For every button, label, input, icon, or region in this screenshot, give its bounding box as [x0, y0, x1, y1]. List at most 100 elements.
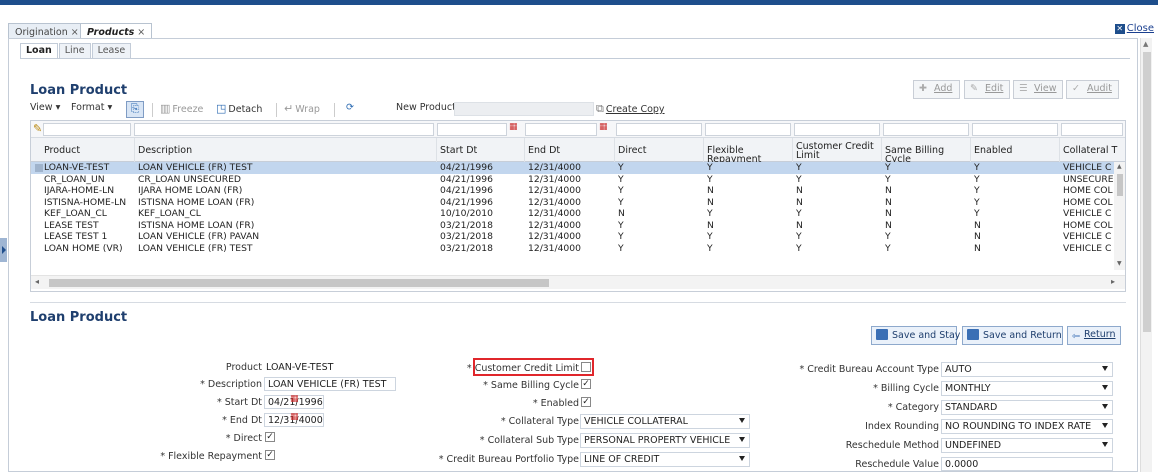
filter-direct[interactable] — [616, 123, 702, 136]
cell-same-billing-cycle: N — [885, 196, 892, 208]
cell-customer-credit-limit: Y — [796, 242, 802, 254]
scroll-up-icon[interactable]: ▲ — [1143, 40, 1148, 48]
cell-product: LEASE TEST — [44, 219, 99, 231]
scroll-thumb[interactable] — [1143, 52, 1151, 332]
side-panel-toggle[interactable] — [0, 238, 7, 262]
col-description[interactable]: Description — [135, 138, 437, 162]
table-row[interactable]: LOAN HOME (VR) LOAN VEHICLE (FR) TEST 03/2… — [31, 242, 1125, 255]
close-link[interactable]: ✕ Close — [1114, 23, 1154, 34]
reschedule-value-input[interactable]: 0.0000 — [941, 457, 1113, 471]
detach-button[interactable]: ◳ Detach — [216, 102, 262, 118]
calendar-icon[interactable]: ▦ — [599, 122, 611, 134]
save-and-return-button[interactable]: Save and Return — [962, 326, 1063, 345]
list-icon: ☰ — [1019, 83, 1028, 94]
table-row[interactable]: ISTISNA-HOME-LN ISTISNA HOME LOAN (FR) 04/… — [31, 196, 1125, 209]
flexible-repayment-checkbox[interactable]: ✓ — [265, 450, 275, 460]
chevron-down-icon — [1102, 442, 1108, 447]
freeze-label: Freeze — [172, 104, 204, 115]
collateral-sub-type-select[interactable]: PERSONAL PROPERTY VEHICLE — [580, 433, 750, 448]
calendar-icon[interactable]: ▦ — [509, 122, 521, 134]
filter-end-dt[interactable] — [525, 123, 597, 136]
grid-scroll-thumb[interactable] — [1117, 174, 1123, 196]
chevron-down-icon — [739, 456, 745, 461]
pencil-icon: ✎ — [970, 83, 978, 94]
filter-flexible[interactable] — [705, 123, 791, 136]
enabled-checkbox[interactable]: ✓ — [581, 397, 591, 407]
save-and-stay-label: Save and Stay — [892, 330, 961, 341]
chevron-down-icon — [739, 437, 745, 442]
scroll-up-icon[interactable]: ▲ — [1117, 163, 1122, 170]
description-input[interactable]: LOAN VEHICLE (FR) TEST — [264, 377, 396, 391]
tab-close-icon[interactable]: × — [137, 27, 145, 38]
filter-sbc[interactable] — [883, 123, 969, 136]
filter-description[interactable] — [134, 123, 434, 136]
filter-start-dt[interactable] — [437, 123, 507, 136]
calendar-icon[interactable]: ▦ — [290, 394, 302, 406]
calendar-icon[interactable]: ▦ — [290, 412, 302, 424]
col-end-dt[interactable]: End Dt — [525, 138, 615, 162]
audit-button[interactable]: ✓ Audit — [1066, 80, 1119, 99]
grid-hscroll-thumb[interactable] — [49, 279, 549, 287]
scroll-left-icon[interactable]: ◂ — [35, 277, 39, 286]
credit-bureau-account-select[interactable]: AUTO — [941, 362, 1113, 377]
reschedule-method-select[interactable]: UNDEFINED — [941, 438, 1113, 453]
add-button[interactable]: ✚ Add — [913, 80, 960, 99]
product-value: LOAN-VE-TEST — [266, 362, 334, 373]
filter-enabled[interactable] — [972, 123, 1058, 136]
filter-ccl[interactable] — [794, 123, 880, 136]
save-and-stay-button[interactable]: Save and Stay — [871, 326, 961, 345]
tab-line[interactable]: Line — [58, 43, 91, 58]
grid-rows: LOAN-VE-TEST LOAN VEHICLE (FR) TEST 04/21/… — [31, 162, 1125, 255]
col-product[interactable]: Product — [41, 138, 135, 162]
edit-button[interactable]: ✎ Edit — [964, 80, 1010, 99]
same-billing-cycle-checkbox[interactable]: ✓ — [581, 379, 591, 389]
cell-direct: Y — [618, 219, 624, 231]
cell-same-billing-cycle: Y — [885, 231, 891, 242]
col-direct[interactable]: Direct — [615, 138, 704, 162]
query-by-example-icon[interactable]: ⎘ — [126, 101, 144, 118]
col-start-dt[interactable]: Start Dt — [437, 138, 525, 162]
direct-checkbox[interactable]: ✓ — [265, 432, 275, 442]
credit-bureau-portfolio-label: * Credit Bureau Portfolio Type — [438, 454, 579, 465]
collateral-sub-type-label: * Collateral Sub Type — [479, 435, 579, 446]
wrap-button[interactable]: ↵ Wrap — [284, 102, 320, 118]
collateral-type-label: * Collateral Type — [500, 416, 579, 427]
toolbar-separator — [334, 103, 335, 117]
scroll-right-icon[interactable]: ▸ — [1111, 277, 1115, 286]
format-menu[interactable]: Format ▾ — [71, 102, 112, 118]
billing-cycle-select[interactable]: MONTHLY — [941, 381, 1113, 396]
chevron-down-icon: ▾ — [107, 102, 113, 113]
grid-horizontal-scrollbar[interactable]: ◂ ▸ — [31, 275, 1125, 289]
tab-loan[interactable]: Loan — [20, 43, 58, 58]
table-row[interactable]: IJARA-HOME-LN IJARA HOME LOAN (FR) 04/21/1… — [31, 185, 1125, 197]
col-same-billing-cycle[interactable]: Same Billing Cycle — [882, 138, 971, 164]
col-enabled[interactable]: Enabled — [971, 138, 1060, 162]
credit-bureau-portfolio-select[interactable]: LINE OF CREDIT — [580, 452, 750, 467]
view-menu[interactable]: View ▾ — [30, 102, 60, 118]
collateral-type-select[interactable]: VEHICLE COLLATERAL — [580, 414, 750, 429]
create-copy-button[interactable]: ⧉ Create Copy — [596, 102, 665, 118]
col-flexible-repayment[interactable]: Flexible Repayment — [704, 138, 793, 164]
col-customer-credit-limit[interactable]: Customer Credit Limit — [793, 138, 882, 162]
grid-vertical-scrollbar[interactable]: ▲ ▼ — [1114, 162, 1125, 270]
filter-collateral[interactable] — [1061, 123, 1123, 136]
tab-close-icon[interactable]: × — [71, 27, 79, 38]
view-button[interactable]: ☰ View — [1013, 80, 1063, 99]
cell-collateral-type: VEHICLE C — [1063, 162, 1112, 173]
clear-filter-icon[interactable]: ✎ — [33, 122, 42, 135]
tab-lease[interactable]: Lease — [91, 43, 132, 58]
table-row[interactable]: CR_LOAN_UN CR_LOAN UNSECURED 04/21/1996 12/… — [31, 174, 1125, 186]
col-collateral-type[interactable]: Collateral T — [1060, 138, 1125, 162]
table-row[interactable]: LOAN-VE-TEST LOAN VEHICLE (FR) TEST 04/21/… — [31, 162, 1125, 174]
category-select[interactable]: STANDARD — [941, 400, 1113, 415]
table-row[interactable]: LEASE TEST 1 LOAN VEHICLE (FR) PAVAN 03/21… — [31, 231, 1125, 243]
filter-product[interactable] — [43, 123, 131, 136]
index-rounding-select[interactable]: NO ROUNDING TO INDEX RATE — [941, 419, 1113, 434]
page-scrollbar[interactable]: ▲ — [1140, 38, 1152, 472]
freeze-button[interactable]: ▥ Freeze — [160, 102, 203, 118]
return-button[interactable]: ⇦ Return — [1067, 326, 1121, 345]
table-row[interactable]: LEASE TEST ISTISNA HOME LOAN (FR) 03/21/20… — [31, 219, 1125, 232]
table-row[interactable]: KEF_LOAN_CL KEF_LOAN_CL 10/10/2010 12/31/40… — [31, 208, 1125, 220]
scroll-down-icon[interactable]: ▼ — [1117, 260, 1122, 267]
refresh-icon[interactable]: ⟳ — [346, 102, 354, 118]
